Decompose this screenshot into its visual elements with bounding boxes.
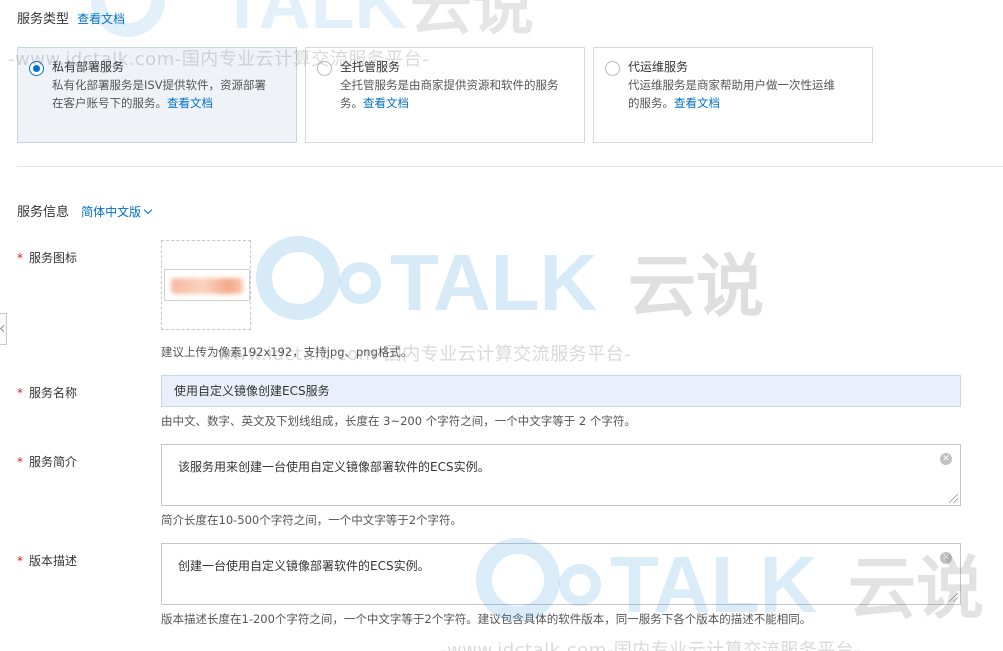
option-desc-line: 私有化部署服务是ISV提供软件，资源部署 <box>52 78 267 92</box>
form-label-version: * 版本描述 <box>17 552 77 569</box>
clear-icon[interactable]: ✕ <box>940 453 952 465</box>
service-type-option-operation[interactable]: 代运维服务 代运维服务是商家帮助用户做一次性运维 的服务。查看文档 <box>593 47 873 143</box>
service-type-label: 服务类型 <box>17 12 70 27</box>
language-selector[interactable]: 简体中文版 <box>81 205 153 219</box>
required-mark: * <box>17 251 23 265</box>
option-description: 私有化部署服务是ISV提供软件，资源部署 在客户账号下的服务。查看文档 <box>52 76 284 112</box>
required-mark: * <box>17 554 23 568</box>
clear-icon[interactable]: ✕ <box>940 552 952 564</box>
option-desc-line: 的服务。 <box>628 96 674 110</box>
textarea-value: 该服务用来创建一台使用自定义镜像部署软件的ECS实例。 <box>178 460 490 474</box>
required-mark: * <box>17 386 23 400</box>
radio-checked-icon[interactable] <box>29 61 44 76</box>
service-name-input[interactable]: 使用自定义镜像创建ECS服务 <box>161 375 961 407</box>
name-hint: 由中文、数字、英文及下划线组成，长度在 3~200 个字符之间，一个中文字等于 … <box>161 414 636 428</box>
service-info-label: 服务信息 <box>17 205 70 220</box>
summary-hint: 简介长度在10-500个字符之间，一个中文字等于2个字符。 <box>161 513 463 527</box>
service-type-doc-link[interactable]: 查看文档 <box>77 12 125 26</box>
option-description: 全托管服务是由商家提供资源和软件的服务 务。查看文档 <box>340 76 572 112</box>
service-type-heading: 服务类型 查看文档 <box>17 8 125 27</box>
watermark-logo: TALK 云说 <box>256 236 764 327</box>
service-type-option-managed[interactable]: 全托管服务 全托管服务是由商家提供资源和软件的服务 务。查看文档 <box>305 47 585 143</box>
watermark-logo-text: TALK <box>390 238 598 327</box>
radio-unchecked-icon[interactable] <box>317 61 332 76</box>
option-desc-line: 务。 <box>340 96 363 110</box>
service-summary-textarea[interactable]: 该服务用来创建一台使用自定义镜像部署软件的ECS实例。 ✕ <box>161 444 961 506</box>
version-description-textarea[interactable]: 创建一台使用自定义镜像部署软件的ECS实例。 ✕ <box>161 543 961 605</box>
label-text: 版本描述 <box>29 554 78 568</box>
section-divider <box>17 166 1003 167</box>
textarea-value: 创建一台使用自定义镜像部署软件的ECS实例。 <box>178 559 430 573</box>
form-label-name: * 服务名称 <box>17 384 77 401</box>
option-desc-line: 全托管服务是由商家提供资源和软件的服务 <box>340 78 559 92</box>
icon-preview-image <box>164 269 250 301</box>
watermark-logo-cn: 云说 <box>410 0 534 40</box>
option-doc-link[interactable]: 查看文档 <box>363 96 409 110</box>
blurred-icon-image <box>171 278 243 294</box>
option-desc-line: 在客户账号下的服务。 <box>52 96 167 110</box>
resize-handle-icon[interactable] <box>949 593 958 602</box>
option-doc-link[interactable]: 查看文档 <box>167 96 213 110</box>
chevron-down-icon <box>143 205 153 215</box>
watermark-logo-cn: 云说 <box>628 248 764 327</box>
radio-unchecked-icon[interactable] <box>605 61 620 76</box>
service-type-options: 私有部署服务 私有化部署服务是ISV提供软件，资源部署 在客户账号下的服务。查看… <box>17 47 877 143</box>
option-description: 代运维服务是商家帮助用户做一次性运维 的服务。查看文档 <box>628 76 860 112</box>
option-title: 私有部署服务 <box>52 60 125 74</box>
service-info-heading: 服务信息 简体中文版 <box>17 201 153 220</box>
language-value: 简体中文版 <box>81 205 142 219</box>
form-label-summary: * 服务简介 <box>17 453 77 470</box>
icon-upload-area[interactable] <box>161 240 251 330</box>
option-title: 代运维服务 <box>628 60 689 74</box>
option-title: 全托管服务 <box>340 60 401 74</box>
service-type-option-private[interactable]: 私有部署服务 私有化部署服务是ISV提供软件，资源部署 在客户账号下的服务。查看… <box>17 47 297 143</box>
label-text: 服务名称 <box>29 386 78 400</box>
watermark-logo: TALK 云说 <box>91 0 534 40</box>
form-label-icon: * 服务图标 <box>17 249 77 266</box>
resize-handle-icon[interactable] <box>949 494 958 503</box>
option-doc-link[interactable]: 查看文档 <box>674 96 720 110</box>
icon-hint: 建议上传为像素192x192，支持jpg、png格式。 <box>161 345 413 359</box>
watermark-text: -www.idctalk.com-国内专业云计算交流服务平台- <box>440 640 862 651</box>
collapse-handle[interactable] <box>0 313 7 345</box>
required-mark: * <box>17 455 23 469</box>
label-text: 服务图标 <box>29 251 78 265</box>
option-desc-line: 代运维服务是商家帮助用户做一次性运维 <box>628 78 835 92</box>
watermark-logo-text: TALK <box>220 0 407 40</box>
version-hint: 版本描述长度在1-200个字符之间，一个中文字等于2个字符。建议包含具体的软件版… <box>161 612 812 626</box>
label-text: 服务简介 <box>29 455 78 469</box>
